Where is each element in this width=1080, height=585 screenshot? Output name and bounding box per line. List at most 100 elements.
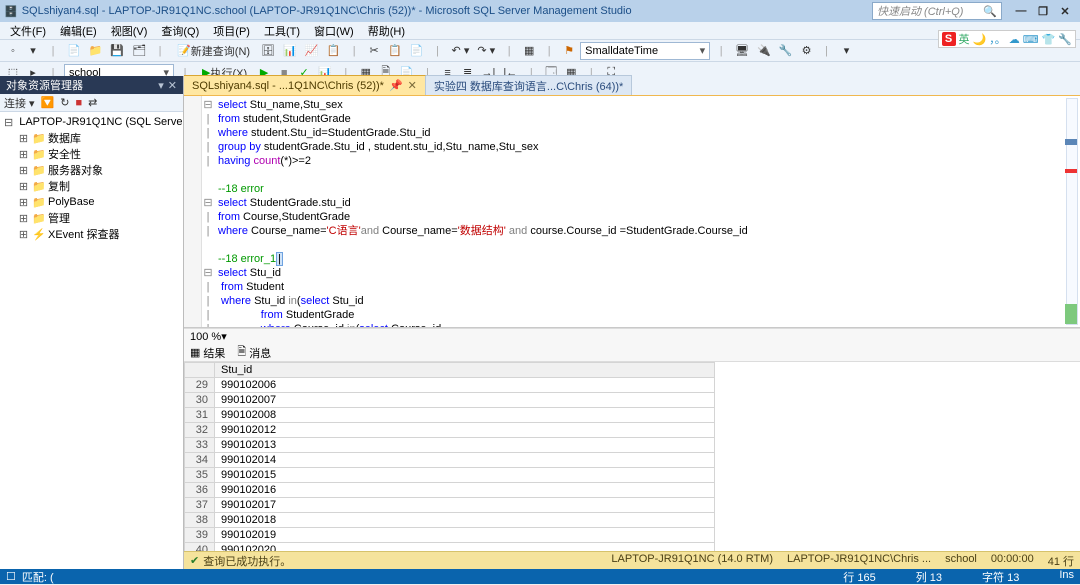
editor-zoom[interactable]: 100 % ▾ bbox=[184, 328, 1080, 344]
ime-moon-icon[interactable]: 🌙 bbox=[973, 33, 987, 46]
tool-icon[interactable]: 🔧 bbox=[776, 42, 796, 60]
table-row[interactable]: 30990102007 bbox=[185, 393, 715, 408]
sogou-icon[interactable]: S bbox=[942, 32, 956, 46]
menu-view[interactable]: 视图(V) bbox=[105, 23, 154, 39]
ime-punct-icon[interactable]: ，。 bbox=[989, 31, 1006, 47]
opt-icon[interactable]: ⚙ bbox=[798, 42, 816, 60]
tab-sql-1[interactable]: SQLshiyan4.sql - ...1Q1NC\Chris (52))*📌✕ bbox=[184, 75, 426, 95]
cell-value[interactable]: 990102019 bbox=[215, 528, 715, 543]
more-icon[interactable]: ▾ bbox=[838, 42, 856, 60]
plan-icon[interactable]: 📋 bbox=[323, 42, 343, 60]
ime-bar[interactable]: S 英 🌙 ，。 ☁ ⌨ 👕 🔧 bbox=[938, 30, 1077, 48]
quick-launch-input[interactable]: 快速启动 (Ctrl+Q) 🔍 bbox=[872, 2, 1002, 20]
results-tab[interactable]: ▦结果 bbox=[190, 345, 225, 361]
cell-value[interactable]: 990102014 bbox=[215, 453, 715, 468]
cell-value[interactable]: 990102018 bbox=[215, 513, 715, 528]
tree-node[interactable]: ⊞📁管理 bbox=[14, 210, 183, 226]
server-node[interactable]: ⊟LAPTOP-JR91Q1NC (SQL Server 14.0. bbox=[0, 114, 183, 130]
back-icon[interactable]: ◦ bbox=[4, 42, 22, 60]
ime-skin-icon[interactable]: 👕 bbox=[1042, 33, 1056, 46]
editor-fold-margin[interactable]: ⊟|||| ⊟|| ⊟|||||| bbox=[202, 96, 214, 327]
cell-value[interactable]: 990102015 bbox=[215, 468, 715, 483]
results-grid[interactable]: Stu_id 299901020063099010200731990102008… bbox=[184, 362, 1080, 551]
menu-window[interactable]: 窗口(W) bbox=[308, 23, 360, 39]
oe-refresh-icon[interactable]: ↻ bbox=[60, 96, 69, 109]
oe-close-icon[interactable]: ✕ bbox=[168, 79, 177, 92]
tab-sql-2[interactable]: 实验四 数据库查询语言...C\Chris (64))* bbox=[426, 75, 632, 95]
cell-value[interactable]: 990102013 bbox=[215, 438, 715, 453]
oe-dropdown-icon[interactable]: ▾ bbox=[158, 79, 164, 92]
cell-value[interactable]: 990102007 bbox=[215, 393, 715, 408]
tree-node[interactable]: ⊞📁服务器对象 bbox=[14, 162, 183, 178]
redo-icon[interactable]: ↷ ▾ bbox=[474, 42, 498, 60]
saveall-icon[interactable]: 🗂 bbox=[129, 42, 149, 60]
table-row[interactable]: 33990102013 bbox=[185, 438, 715, 453]
save-icon[interactable]: 💾 bbox=[107, 42, 127, 60]
undo-icon[interactable]: ↶ ▾ bbox=[449, 42, 473, 60]
oe-filter-icon[interactable]: 🔽 bbox=[41, 96, 55, 109]
fwd-icon[interactable]: ▾ bbox=[24, 42, 42, 60]
tab-pin-icon[interactable]: 📌 bbox=[389, 79, 403, 92]
close-button[interactable]: ✕ bbox=[1054, 2, 1076, 20]
conn-icon[interactable]: 🔌 bbox=[754, 42, 774, 60]
server-icon[interactable]: 🖥 bbox=[732, 42, 752, 60]
code-body[interactable]: select Stu_name,Stu_sex from student,Stu… bbox=[214, 96, 1080, 327]
menu-query[interactable]: 查询(Q) bbox=[155, 23, 205, 39]
menu-help[interactable]: 帮助(H) bbox=[362, 23, 411, 39]
ime-key-icon[interactable]: ⌨ bbox=[1023, 33, 1039, 46]
object-explorer-tree[interactable]: ⊟LAPTOP-JR91Q1NC (SQL Server 14.0. ⊞📁数据库… bbox=[0, 112, 183, 569]
search-icon[interactable]: 🔍 bbox=[983, 5, 997, 18]
tree-node[interactable]: ⊞📁复制 bbox=[14, 178, 183, 194]
cell-value[interactable]: 990102020 bbox=[215, 543, 715, 552]
tree-node[interactable]: ⊞📁数据库 bbox=[14, 130, 183, 146]
oe-sync-icon[interactable]: ⇄ bbox=[88, 96, 97, 109]
maximize-button[interactable]: ❐ bbox=[1032, 2, 1054, 20]
table-row[interactable]: 36990102016 bbox=[185, 483, 715, 498]
flag-icon[interactable]: ⚑ bbox=[560, 42, 578, 60]
menu-tools[interactable]: 工具(T) bbox=[258, 23, 306, 39]
minimize-button[interactable]: — bbox=[1010, 2, 1032, 20]
open-icon[interactable]: 📁 bbox=[86, 42, 106, 60]
ime-lang[interactable]: 英 bbox=[959, 31, 970, 47]
menu-file[interactable]: 文件(F) bbox=[4, 23, 52, 39]
cell-value[interactable]: 990102006 bbox=[215, 378, 715, 393]
xe-icon[interactable]: 📊 bbox=[280, 42, 300, 60]
new-query-button[interactable]: 📝 新建查询(N) bbox=[171, 42, 256, 60]
sln-icon[interactable]: ▦ bbox=[520, 42, 538, 60]
cell-value[interactable]: 990102012 bbox=[215, 423, 715, 438]
table-row[interactable]: 34990102014 bbox=[185, 453, 715, 468]
tree-node[interactable]: ⊞📁安全性 bbox=[14, 146, 183, 162]
table-row[interactable]: 39990102019 bbox=[185, 528, 715, 543]
type-combo[interactable]: SmalldateTime▾ bbox=[580, 42, 710, 60]
menu-edit[interactable]: 编辑(E) bbox=[54, 23, 103, 39]
sql-editor[interactable]: ⊟|||| ⊟|| ⊟|||||| select Stu_name,Stu_se… bbox=[184, 96, 1080, 328]
table-row[interactable]: 32990102012 bbox=[185, 423, 715, 438]
copy-icon[interactable]: 📋 bbox=[385, 42, 405, 60]
tree-node[interactable]: ⊞📁PolyBase bbox=[14, 194, 183, 210]
table-row[interactable]: 35990102015 bbox=[185, 468, 715, 483]
cell-value[interactable]: 990102008 bbox=[215, 408, 715, 423]
new-icon[interactable]: 📄 bbox=[64, 42, 84, 60]
table-row[interactable]: 29990102006 bbox=[185, 378, 715, 393]
db-icon[interactable]: 🗄 bbox=[258, 42, 278, 60]
table-row[interactable]: 40990102020 bbox=[185, 543, 715, 552]
cut-icon[interactable]: ✂ bbox=[365, 42, 383, 60]
table-row[interactable]: 37990102017 bbox=[185, 498, 715, 513]
paste-icon[interactable]: 📄 bbox=[407, 42, 427, 60]
tab-close-icon[interactable]: ✕ bbox=[408, 79, 417, 92]
tree-node[interactable]: ⊞⚡XEvent 探查器 bbox=[14, 226, 183, 242]
menu-project[interactable]: 项目(P) bbox=[207, 23, 256, 39]
cell-value[interactable]: 990102016 bbox=[215, 483, 715, 498]
ime-tool-icon[interactable]: 🔧 bbox=[1058, 33, 1072, 46]
object-explorer-header: 对象资源管理器 ▾ ✕ bbox=[0, 76, 183, 94]
table-row[interactable]: 31990102008 bbox=[185, 408, 715, 423]
oe-stop-icon[interactable]: ■ bbox=[76, 97, 83, 109]
ime-cloud-icon[interactable]: ☁ bbox=[1009, 33, 1020, 46]
editor-minimap[interactable] bbox=[1066, 98, 1078, 325]
oe-connect-button[interactable]: 连接 ▾ bbox=[4, 95, 35, 111]
profile-icon[interactable]: 📈 bbox=[302, 42, 322, 60]
cell-value[interactable]: 990102017 bbox=[215, 498, 715, 513]
messages-tab[interactable]: 🗎消息 bbox=[237, 343, 271, 362]
table-row[interactable]: 38990102018 bbox=[185, 513, 715, 528]
column-header[interactable]: Stu_id bbox=[215, 363, 715, 378]
